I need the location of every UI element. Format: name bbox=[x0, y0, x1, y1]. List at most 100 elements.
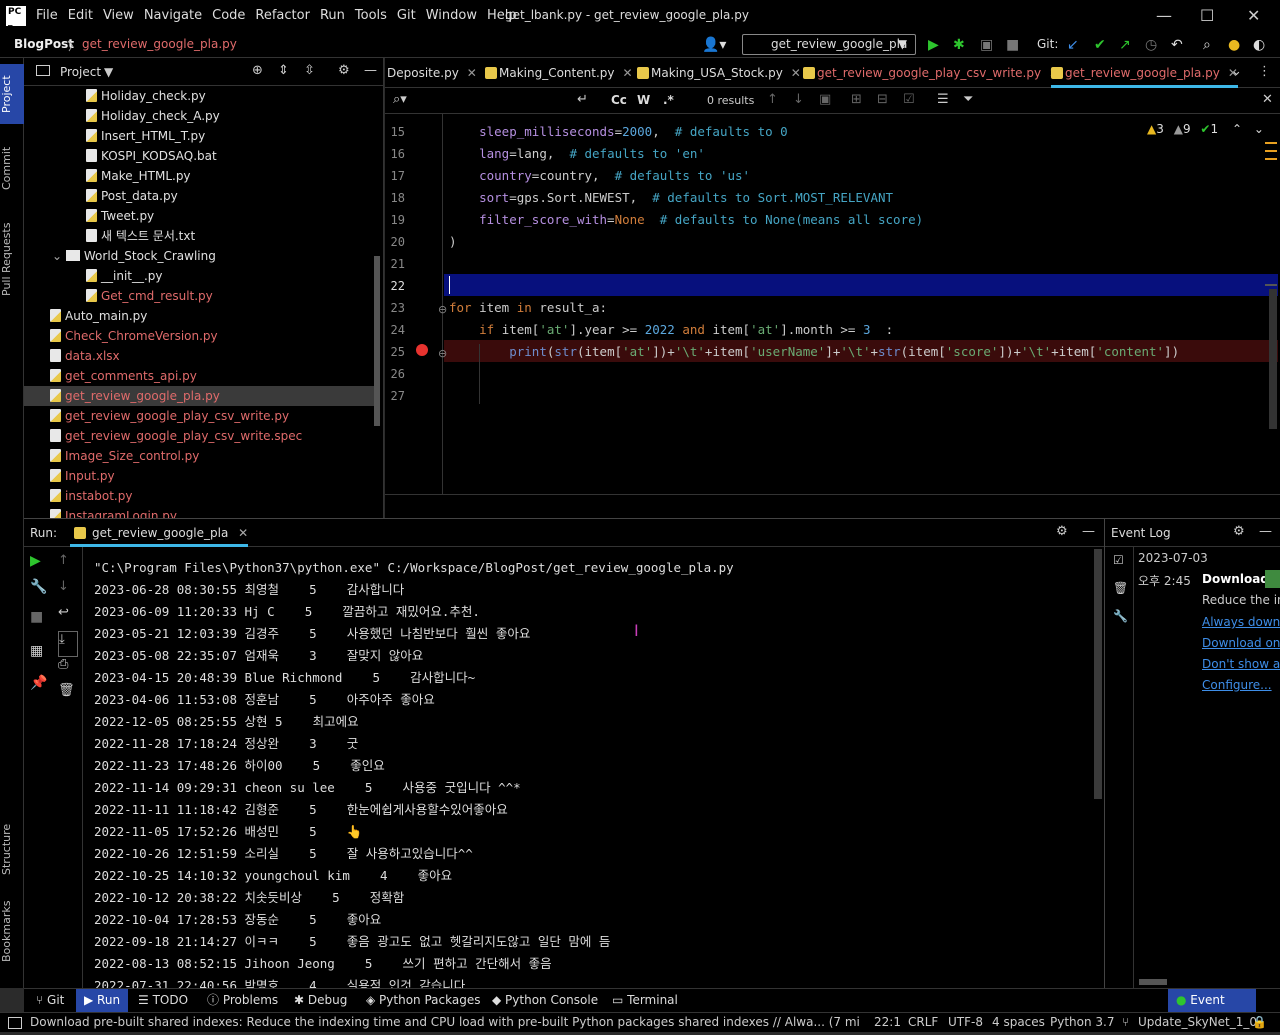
menu-item-tools[interactable]: Tools bbox=[355, 8, 387, 23]
error-stripe-mark[interactable] bbox=[1265, 284, 1277, 286]
close-tab-icon[interactable]: ✕ bbox=[467, 66, 477, 80]
hide-panel-icon[interactable]: — bbox=[1082, 524, 1095, 539]
project-tree-item[interactable]: Auto_main.py bbox=[24, 306, 376, 326]
event-link-dont-show[interactable]: Don't show ag bbox=[1202, 657, 1280, 671]
breakpoint-icon[interactable] bbox=[416, 344, 428, 356]
menu-item-view[interactable]: View bbox=[103, 8, 134, 23]
run-config-selector[interactable]: get_review_google_pla ▼ bbox=[742, 34, 916, 55]
menu-item-git[interactable]: Git bbox=[397, 8, 416, 23]
code-line[interactable]: sort=gps.Sort.NEWEST, # defaults to Sort… bbox=[449, 190, 893, 205]
close-find-icon[interactable]: ✕ bbox=[1262, 92, 1273, 107]
line-separator[interactable]: CRLF bbox=[908, 1015, 938, 1029]
search-icon[interactable]: ⌕▾ bbox=[393, 92, 407, 107]
next-occurrence-icon[interactable]: ↓ bbox=[793, 92, 804, 107]
layout-toggle-icon[interactable] bbox=[8, 1017, 22, 1029]
code-line[interactable]: ) bbox=[449, 234, 457, 249]
gear-icon[interactable]: ⚙ bbox=[338, 63, 350, 78]
funnel-icon[interactable]: ⏷ bbox=[963, 92, 973, 107]
breadcrumb-project[interactable]: BlogPost bbox=[14, 37, 74, 51]
match-case-toggle[interactable]: Cc bbox=[611, 93, 627, 107]
project-tree-item[interactable]: Make_HTML.py bbox=[24, 166, 376, 186]
editor-gutter[interactable]: 15 16 17 18 19 20 21 22 23 24 25 26 27 bbox=[385, 114, 443, 494]
wrench-icon[interactable]: 🔧 bbox=[30, 579, 50, 609]
project-tree-item[interactable]: data.xlsx bbox=[24, 346, 376, 366]
select-all-occurrences-icon[interactable]: ☑ bbox=[903, 92, 915, 107]
minimize-icon[interactable]: — bbox=[1156, 6, 1172, 25]
stop-icon[interactable]: ■ bbox=[30, 609, 50, 643]
error-stripe-mark[interactable] bbox=[1265, 150, 1277, 152]
updates-icon[interactable]: ● bbox=[1228, 37, 1240, 53]
python-interpreter[interactable]: Python 3.7 bbox=[1050, 1015, 1115, 1029]
match-newline-icon[interactable]: ↵ bbox=[577, 92, 588, 107]
chevron-down-icon[interactable]: ⌄ bbox=[52, 249, 66, 263]
chevron-down-icon[interactable]: ▼ bbox=[104, 65, 113, 79]
rerun-icon[interactable]: ▶ bbox=[30, 553, 50, 579]
bottom-tab-problems[interactable]: ⓘ Problems bbox=[199, 989, 286, 1013]
up-icon[interactable]: ↑ bbox=[58, 553, 78, 579]
tool-tab-structure[interactable]: Structure bbox=[0, 816, 24, 882]
tool-tab-pull-requests[interactable]: Pull Requests bbox=[0, 214, 24, 304]
pin-icon[interactable]: 📌 bbox=[30, 675, 50, 705]
project-tree-item[interactable]: __init__.py bbox=[24, 266, 376, 286]
menu-item-navigate[interactable]: Navigate bbox=[144, 8, 202, 23]
bottom-tab-event-log[interactable]: ● Event Log bbox=[1168, 989, 1256, 1030]
editor-tab[interactable]: Making_Content.py ✕ bbox=[485, 58, 633, 88]
run-icon[interactable]: ▶ bbox=[928, 37, 939, 53]
search-everywhere-icon[interactable]: ⌕ bbox=[1203, 37, 1211, 53]
print-icon[interactable]: ⎙ bbox=[58, 657, 78, 683]
soft-wrap-icon[interactable]: ↩ bbox=[58, 605, 78, 631]
gear-icon[interactable]: ⚙ bbox=[1056, 524, 1068, 539]
code-line[interactable]: sleep_milliseconds=2000, # defaults to 0 bbox=[449, 124, 788, 139]
trash-icon[interactable]: 🗑 bbox=[58, 683, 78, 709]
editor-tab[interactable]: Deposite.py ✕ bbox=[385, 58, 477, 88]
project-tree-item[interactable]: Holiday_check.py bbox=[24, 86, 376, 106]
maximize-icon[interactable]: ☐ bbox=[1200, 6, 1214, 25]
editor-scrollbar[interactable] bbox=[1269, 289, 1277, 429]
wrench-icon[interactable]: 🔧 bbox=[1113, 609, 1128, 637]
previous-highlight-icon[interactable]: ⌃ bbox=[1232, 122, 1242, 136]
event-log-scrollbar[interactable] bbox=[1139, 979, 1167, 985]
mark-read-icon[interactable]: ☑ bbox=[1113, 553, 1128, 581]
code-editor[interactable]: 15 16 17 18 19 20 21 22 23 24 25 26 27 ⊖ ⊖ sleep_mil… bbox=[385, 114, 1280, 518]
fold-end-icon[interactable]: ⊖ bbox=[438, 347, 447, 360]
run-tab[interactable]: get_review_google_pla ✕ bbox=[70, 519, 249, 547]
down-icon[interactable]: ↓ bbox=[58, 579, 78, 605]
code-line[interactable]: for item in result_a: bbox=[449, 300, 607, 315]
words-toggle[interactable]: W bbox=[637, 93, 650, 107]
hide-panel-icon[interactable]: — bbox=[1259, 524, 1272, 539]
error-stripe-mark[interactable] bbox=[1265, 142, 1277, 144]
project-scrollbar[interactable] bbox=[374, 256, 380, 426]
previous-occurrence-icon[interactable]: ↑ bbox=[767, 92, 778, 107]
code-line[interactable]: lang=lang, # defaults to 'en' bbox=[449, 146, 705, 161]
bottom-tab-python-console[interactable]: ◆ Python Console bbox=[484, 989, 606, 1013]
bottom-tab-git[interactable]: ⑂ Git bbox=[28, 989, 72, 1013]
stop-icon[interactable]: ■ bbox=[1006, 37, 1019, 53]
close-tab-icon[interactable]: ✕ bbox=[622, 66, 632, 80]
console-scrollbar[interactable] bbox=[1094, 549, 1102, 799]
event-link-configure[interactable]: Configure... bbox=[1202, 678, 1272, 692]
project-tree-item[interactable]: get_review_google_play_csv_write.py bbox=[24, 406, 376, 426]
indent-setting[interactable]: 4 spaces bbox=[992, 1015, 1045, 1029]
code-line[interactable]: print(str(item['at'])+'\t'+item['userNam… bbox=[449, 344, 1179, 359]
menu-item-code[interactable]: Code bbox=[212, 8, 245, 23]
close-window-icon[interactable]: ✕ bbox=[1247, 6, 1260, 25]
remove-occurrence-icon[interactable]: ⊟ bbox=[877, 92, 888, 107]
project-tree-item[interactable]: get_comments_api.py bbox=[24, 366, 376, 386]
trash-icon[interactable]: 🗑 bbox=[1113, 581, 1128, 609]
gear-icon[interactable]: ⚙ bbox=[1233, 524, 1245, 539]
locate-icon[interactable]: ⊕ bbox=[252, 63, 263, 78]
project-tree-item[interactable]: Post_data.py bbox=[24, 186, 376, 206]
filter-occurrence-icon[interactable]: ▣ bbox=[819, 92, 831, 107]
menu-item-file[interactable]: File bbox=[36, 8, 58, 23]
git-update-icon[interactable]: ↙ bbox=[1067, 37, 1079, 53]
project-tree-item[interactable]: 새 텍스트 문서.txt bbox=[24, 226, 376, 246]
project-tree-item[interactable]: Get_cmd_result.py bbox=[24, 286, 376, 306]
code-line[interactable]: if item['at'].year >= 2022 and item['at'… bbox=[449, 322, 893, 337]
tool-tab-bookmarks[interactable]: Bookmarks bbox=[0, 898, 24, 964]
editor-tab[interactable]: get_review_google_play_csv_write.py✕ bbox=[803, 58, 1059, 88]
menu-item-window[interactable]: Window bbox=[426, 8, 477, 23]
project-tree-item[interactable]: Holiday_check_A.py bbox=[24, 106, 376, 126]
menu-item-refactor[interactable]: Refactor bbox=[255, 8, 310, 23]
code-line[interactable]: country=country, # defaults to 'us' bbox=[449, 168, 750, 183]
caret-position[interactable]: 22:1 bbox=[874, 1015, 901, 1029]
